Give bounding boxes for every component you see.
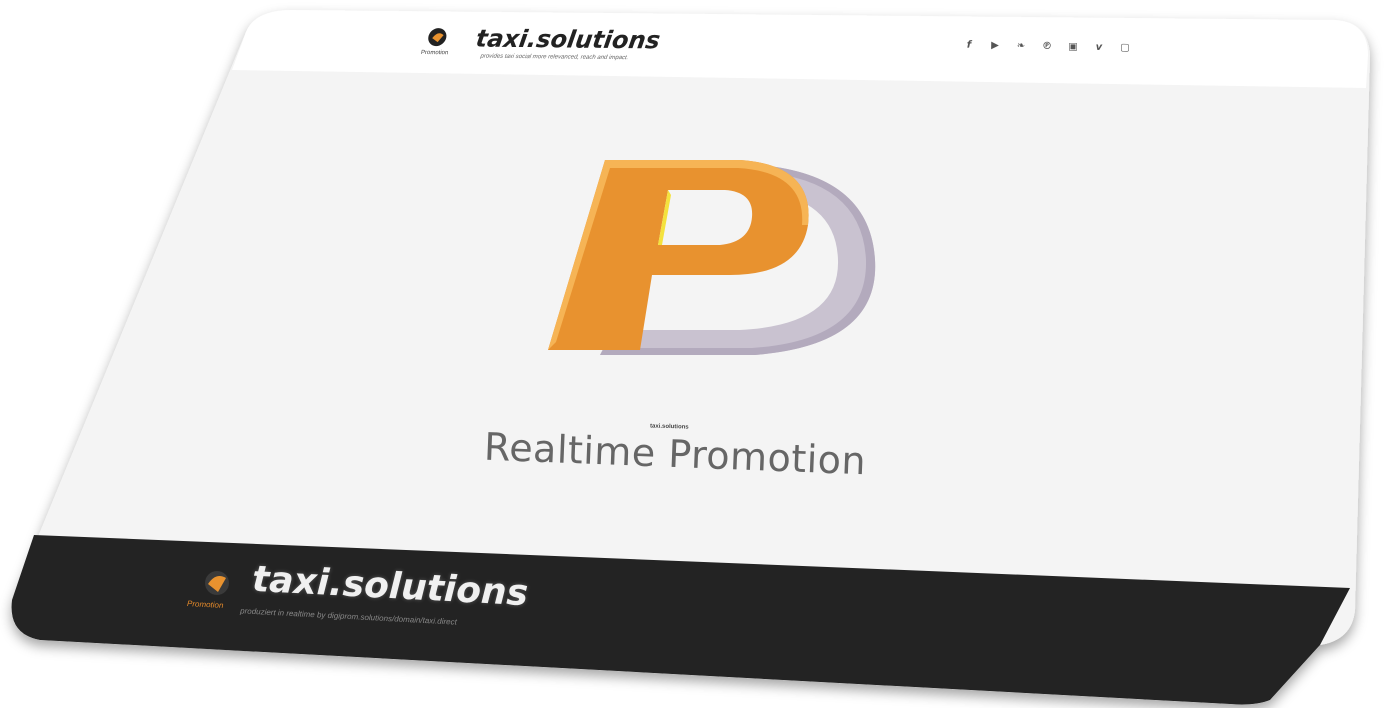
stumbleupon-icon[interactable]: ▣: [1067, 41, 1079, 52]
brand-badge: Promotion: [420, 49, 449, 57]
brand-logo-icon: [428, 28, 447, 47]
brand-title: taxi.solutions: [474, 24, 663, 55]
pd-logo-icon: [548, 160, 876, 355]
vimeo-icon[interactable]: v: [1093, 41, 1105, 52]
screenshot-stage: Promotion taxi.solutions provides taxi s…: [0, 0, 1384, 708]
facebook-icon[interactable]: f: [963, 39, 975, 50]
pinterest-icon[interactable]: ℗: [1041, 40, 1053, 51]
footer-logo-icon: [205, 571, 229, 595]
hero-small-label: taxi.solutions: [649, 423, 689, 431]
footer-brand-badge: Promotion: [186, 599, 224, 610]
twitch-icon[interactable]: ▢: [1119, 42, 1131, 53]
social-links: f ▶ ❧ ℗ ▣ v ▢: [963, 37, 1131, 56]
twitter-icon[interactable]: ❧: [1015, 40, 1027, 51]
youtube-icon[interactable]: ▶: [989, 39, 1001, 51]
